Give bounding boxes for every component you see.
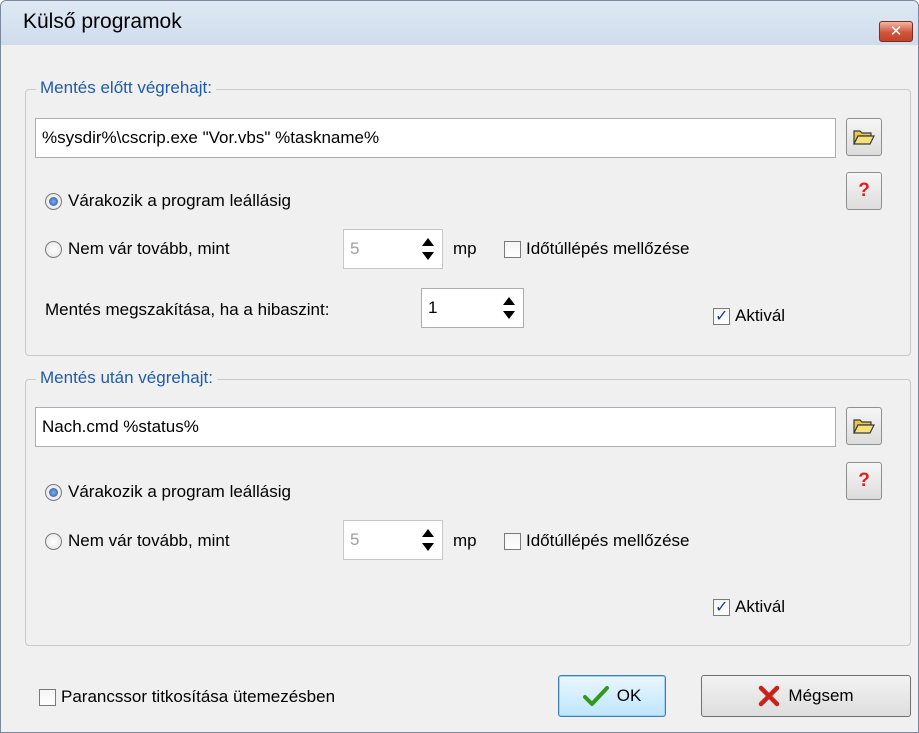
after-help-button[interactable]: ? xyxy=(846,462,882,500)
before-radio-wait-label: Várakozik a program leállásig xyxy=(68,191,291,210)
ok-button-label: OK xyxy=(616,686,642,705)
after-timeout-value: 5 xyxy=(350,530,360,549)
after-radio-timeout[interactable]: Nem vár tovább, mint xyxy=(45,528,230,554)
encrypt-label: Parancssor titkosítása ütemezésben xyxy=(61,687,336,706)
window-title: Külső programok xyxy=(23,10,182,33)
before-ignore-timeout[interactable]: Időtúllépés mellőzése xyxy=(504,236,689,262)
after-radio-timeout-button[interactable] xyxy=(45,532,62,550)
close-button[interactable]: ✕ xyxy=(879,21,913,42)
title-bar[interactable]: Külső programok ✕ xyxy=(1,1,918,45)
question-mark-icon: ? xyxy=(858,470,870,491)
before-browse-button[interactable] xyxy=(846,118,882,156)
before-radio-wait-button[interactable] xyxy=(45,192,62,210)
before-radio-timeout-button[interactable] xyxy=(45,240,62,258)
before-activate[interactable]: Aktivál xyxy=(713,303,785,329)
before-timeout-spinner[interactable]: 5 xyxy=(343,229,443,269)
after-radio-timeout-label: Nem vár tovább, mint xyxy=(68,531,230,550)
cancel-button[interactable]: Mégsem xyxy=(701,675,911,717)
cancel-button-label: Mégsem xyxy=(788,686,854,705)
after-radio-wait-button[interactable] xyxy=(45,483,62,501)
after-command-input[interactable]: Nach.cmd %status% xyxy=(35,407,836,447)
after-ignore-timeout-checkbox[interactable] xyxy=(504,532,521,550)
spinner-arrows-icon[interactable] xyxy=(422,527,434,553)
close-icon: ✕ xyxy=(889,23,903,40)
after-activate-label: Aktivál xyxy=(735,597,786,616)
after-group-label: Mentés után végrehajt: xyxy=(36,368,217,388)
after-radio-wait[interactable]: Várakozik a program leállásig xyxy=(45,479,291,505)
before-radio-timeout[interactable]: Nem vár tovább, mint xyxy=(45,236,230,262)
after-ignore-timeout[interactable]: Időtúllépés mellőzése xyxy=(504,528,689,554)
after-timeout-spinner[interactable]: 5 xyxy=(343,520,443,560)
before-ignore-timeout-checkbox[interactable] xyxy=(504,240,521,258)
before-ignore-timeout-label: Időtúllépés mellőzése xyxy=(526,239,690,258)
before-command-input[interactable]: %sysdir%\cscrip.exe "Vor.vbs" %taskname% xyxy=(35,118,836,158)
before-timeout-value: 5 xyxy=(350,239,360,258)
before-activate-checkbox[interactable] xyxy=(713,306,730,326)
after-browse-button[interactable] xyxy=(846,407,882,445)
before-abort-spinner[interactable]: 1 xyxy=(421,288,524,328)
before-help-button[interactable]: ? xyxy=(846,172,882,210)
before-timeout-unit: mp xyxy=(453,239,477,258)
after-activate-checkbox[interactable] xyxy=(713,597,730,617)
before-abort-label: Mentés megszakítása, ha a hibaszint: xyxy=(45,300,330,319)
spinner-arrows-icon[interactable] xyxy=(422,236,434,262)
dialog-window: Külső programok ✕ Mentés előtt végrehajt… xyxy=(0,0,919,733)
before-radio-wait[interactable]: Várakozik a program leállásig xyxy=(45,188,291,214)
folder-open-icon xyxy=(853,130,875,145)
ok-button[interactable]: OK xyxy=(558,675,666,717)
question-mark-icon: ? xyxy=(858,180,870,201)
before-abort-value: 1 xyxy=(428,298,438,317)
x-icon xyxy=(759,685,780,707)
before-group-label: Mentés előtt végrehajt: xyxy=(36,78,216,98)
after-radio-wait-label: Várakozik a program leállásig xyxy=(68,482,291,501)
before-radio-timeout-label: Nem vár tovább, mint xyxy=(68,239,230,258)
folder-open-icon xyxy=(853,419,875,434)
spinner-arrows-icon[interactable] xyxy=(503,295,515,321)
after-timeout-unit: mp xyxy=(453,531,477,550)
encrypt-option[interactable]: Parancssor titkosítása ütemezésben xyxy=(39,684,335,710)
after-ignore-timeout-label: Időtúllépés mellőzése xyxy=(526,531,690,550)
before-activate-label: Aktivál xyxy=(735,306,786,325)
checkmark-icon xyxy=(582,686,609,706)
after-activate[interactable]: Aktivál xyxy=(713,594,785,620)
encrypt-checkbox[interactable] xyxy=(39,688,56,706)
